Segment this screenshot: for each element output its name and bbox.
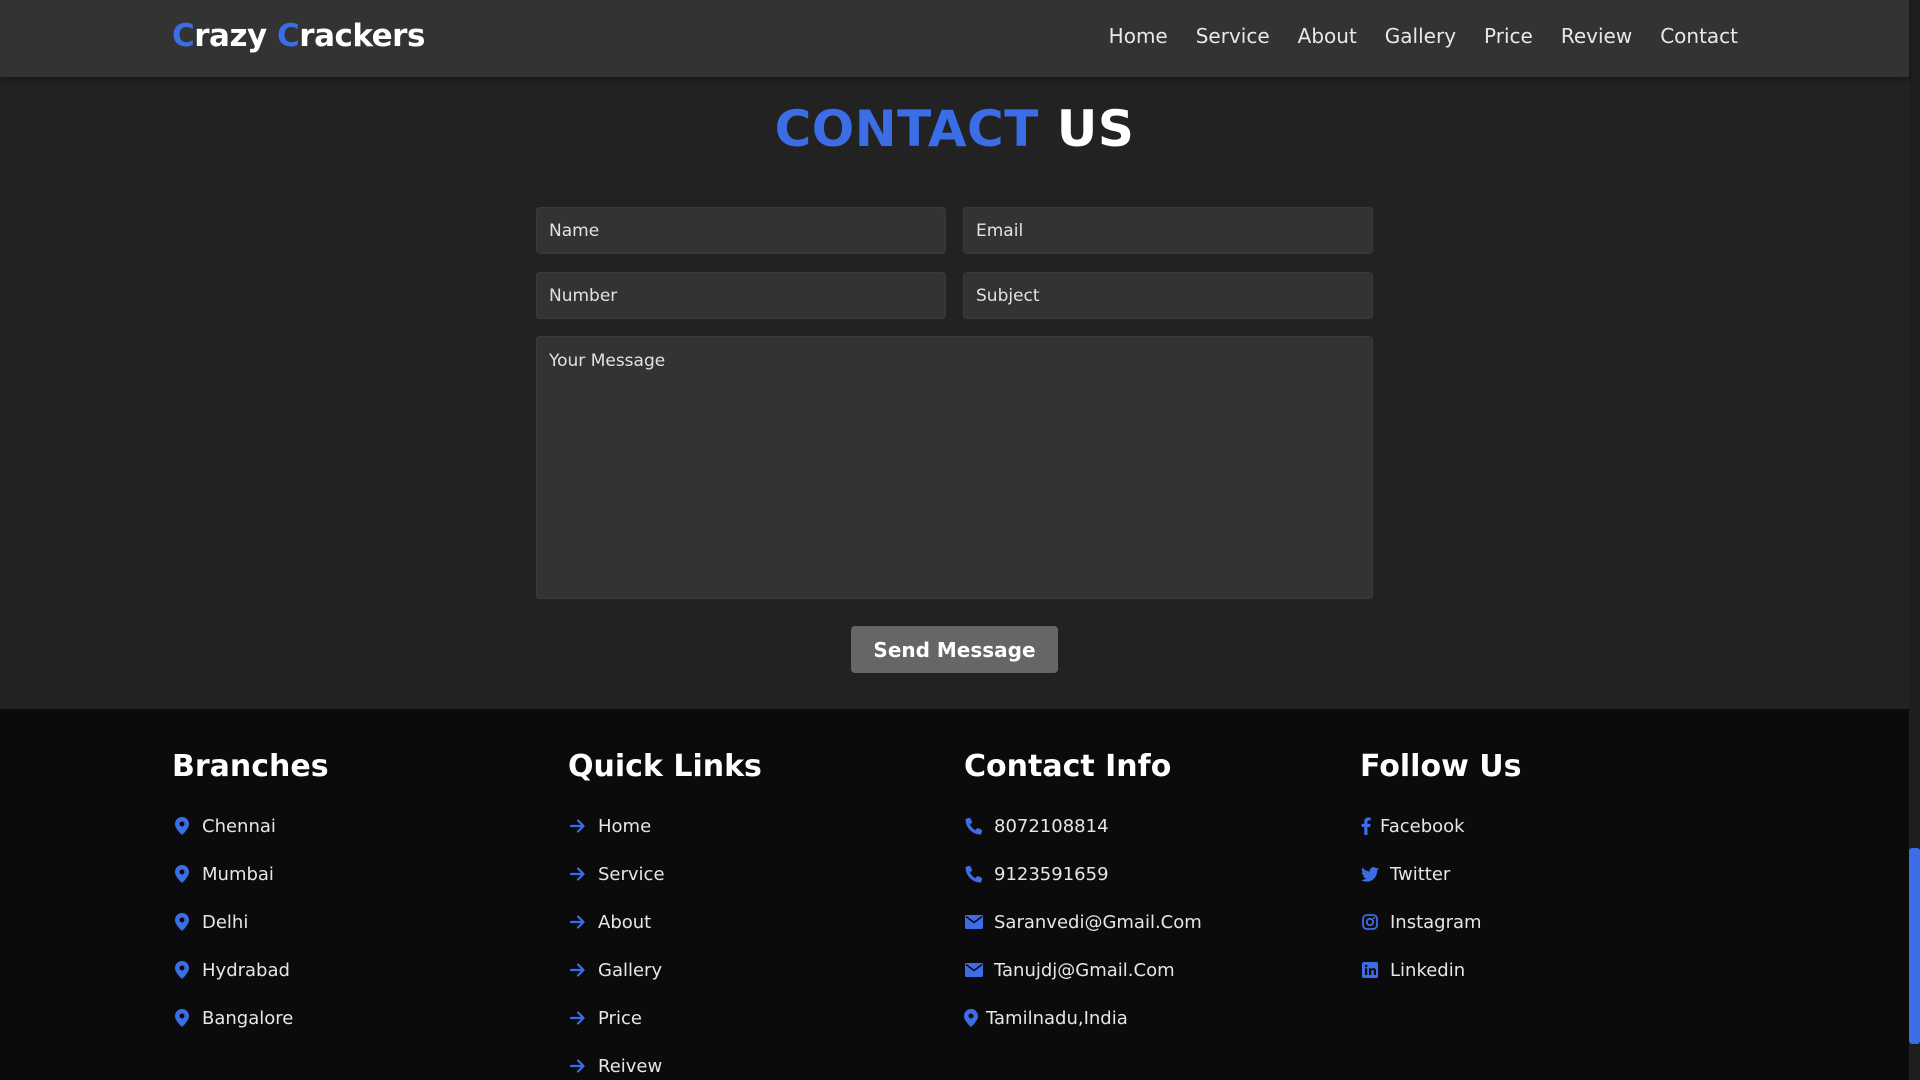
follow-us-column: Follow Us Facebook Twitter Instagram Lin… <box>1360 749 1521 994</box>
contact-email-2[interactable]: Tanujdj@Gmail.Com <box>964 946 1202 994</box>
branch-item-delhi[interactable]: Delhi <box>172 898 329 946</box>
message-textarea[interactable] <box>536 336 1373 599</box>
quick-link-service[interactable]: Service <box>568 850 762 898</box>
nav-review[interactable]: Review <box>1561 24 1632 48</box>
contact-email-1[interactable]: Saranvedi@Gmail.Com <box>964 898 1202 946</box>
map-pin-icon <box>964 1008 978 1028</box>
page-scrollbar[interactable] <box>1909 0 1920 1080</box>
logo-text-1: razy <box>194 18 278 54</box>
contact-title-rest: US <box>1038 100 1135 158</box>
arrow-right-icon <box>568 912 588 932</box>
envelope-icon <box>964 960 984 980</box>
arrow-right-icon <box>568 960 588 980</box>
quick-link-home[interactable]: Home <box>568 802 762 850</box>
branch-item-chennai[interactable]: Chennai <box>172 802 329 850</box>
quick-link-gallery[interactable]: Gallery <box>568 946 762 994</box>
quick-links-column: Quick Links Home Service About Gallery P… <box>568 749 762 1080</box>
number-input[interactable] <box>536 272 946 319</box>
arrow-right-icon <box>568 864 588 884</box>
phone-icon <box>964 864 984 884</box>
site-logo[interactable]: Crazy Crackers <box>172 18 425 54</box>
map-pin-icon <box>172 1008 192 1028</box>
nav-gallery[interactable]: Gallery <box>1385 24 1456 48</box>
nav-menu: Home Service About Gallery Price Review … <box>1109 24 1738 48</box>
send-message-button[interactable]: Send Message <box>851 626 1058 673</box>
quick-links-heading: Quick Links <box>568 749 762 784</box>
map-pin-icon <box>172 912 192 932</box>
social-facebook[interactable]: Facebook <box>1360 802 1521 850</box>
footer: Branches Chennai Mumbai Delhi Hydrabad B… <box>0 709 1909 1080</box>
contact-phone-1[interactable]: 8072108814 <box>964 802 1202 850</box>
branch-label: Bangalore <box>202 1007 294 1029</box>
map-pin-icon <box>172 960 192 980</box>
branch-label: Mumbai <box>202 863 274 885</box>
contact-info-label: Saranvedi@Gmail.Com <box>994 911 1202 933</box>
branch-item-hydrabad[interactable]: Hydrabad <box>172 946 329 994</box>
logo-letter-c2: C <box>277 18 300 54</box>
contact-phone-2[interactable]: 9123591659 <box>964 850 1202 898</box>
contact-info-label: 9123591659 <box>994 863 1109 885</box>
quick-link-label: Reivew <box>598 1055 663 1077</box>
twitter-icon <box>1360 864 1380 884</box>
contact-title-accent: CONTACT <box>774 100 1039 158</box>
top-navbar: Crazy Crackers Home Service About Galler… <box>0 0 1909 77</box>
envelope-icon <box>964 912 984 932</box>
subject-input[interactable] <box>963 272 1373 319</box>
branch-item-bangalore[interactable]: Bangalore <box>172 994 329 1042</box>
nav-service[interactable]: Service <box>1196 24 1270 48</box>
nav-home[interactable]: Home <box>1109 24 1168 48</box>
contact-info-label: Tamilnadu,India <box>986 1007 1128 1029</box>
contact-info-heading: Contact Info <box>964 749 1172 784</box>
social-linkedin[interactable]: Linkedin <box>1360 946 1521 994</box>
instagram-icon <box>1360 912 1380 932</box>
contact-info-label: 8072108814 <box>994 815 1109 837</box>
quick-link-label: Price <box>598 1007 642 1029</box>
social-label: Instagram <box>1390 911 1482 933</box>
scrollbar-thumb[interactable] <box>1909 848 1920 1044</box>
quick-link-label: Gallery <box>598 959 663 981</box>
branches-column: Branches Chennai Mumbai Delhi Hydrabad B… <box>172 749 329 1042</box>
branch-label: Chennai <box>202 815 276 837</box>
quick-link-about[interactable]: About <box>568 898 762 946</box>
email-input[interactable] <box>963 207 1373 254</box>
follow-us-heading: Follow Us <box>1360 749 1522 784</box>
social-instagram[interactable]: Instagram <box>1360 898 1521 946</box>
contact-info-label: Tanujdj@Gmail.Com <box>994 959 1175 981</box>
map-pin-icon <box>172 816 192 836</box>
logo-text-2: rackers <box>299 18 425 54</box>
name-input[interactable] <box>536 207 946 254</box>
contact-location[interactable]: Tamilnadu,India <box>964 994 1202 1042</box>
phone-icon <box>964 816 984 836</box>
branch-label: Delhi <box>202 911 249 933</box>
nav-contact[interactable]: Contact <box>1660 24 1738 48</box>
social-label: Linkedin <box>1390 959 1466 981</box>
social-label: Twitter <box>1390 863 1451 885</box>
linkedin-icon <box>1360 960 1380 980</box>
branches-heading: Branches <box>172 749 329 784</box>
quick-link-label: Service <box>598 863 665 885</box>
arrow-right-icon <box>568 1056 588 1076</box>
quick-link-label: Home <box>598 815 652 837</box>
logo-letter-c1: C <box>172 18 195 54</box>
arrow-right-icon <box>568 816 588 836</box>
branch-item-mumbai[interactable]: Mumbai <box>172 850 329 898</box>
quick-link-review[interactable]: Reivew <box>568 1042 762 1080</box>
quick-link-price[interactable]: Price <box>568 994 762 1042</box>
contact-title: CONTACT US <box>0 100 1909 158</box>
map-pin-icon <box>172 864 192 884</box>
social-label: Facebook <box>1380 815 1465 837</box>
nav-price[interactable]: Price <box>1484 24 1533 48</box>
arrow-right-icon <box>568 1008 588 1028</box>
facebook-icon <box>1360 816 1372 836</box>
social-twitter[interactable]: Twitter <box>1360 850 1521 898</box>
branch-label: Hydrabad <box>202 959 290 981</box>
nav-about[interactable]: About <box>1298 24 1357 48</box>
contact-info-column: Contact Info 8072108814 9123591659 Saran… <box>964 749 1202 1042</box>
quick-link-label: About <box>598 911 652 933</box>
contact-section: CONTACT US Send Message <box>0 77 1909 709</box>
